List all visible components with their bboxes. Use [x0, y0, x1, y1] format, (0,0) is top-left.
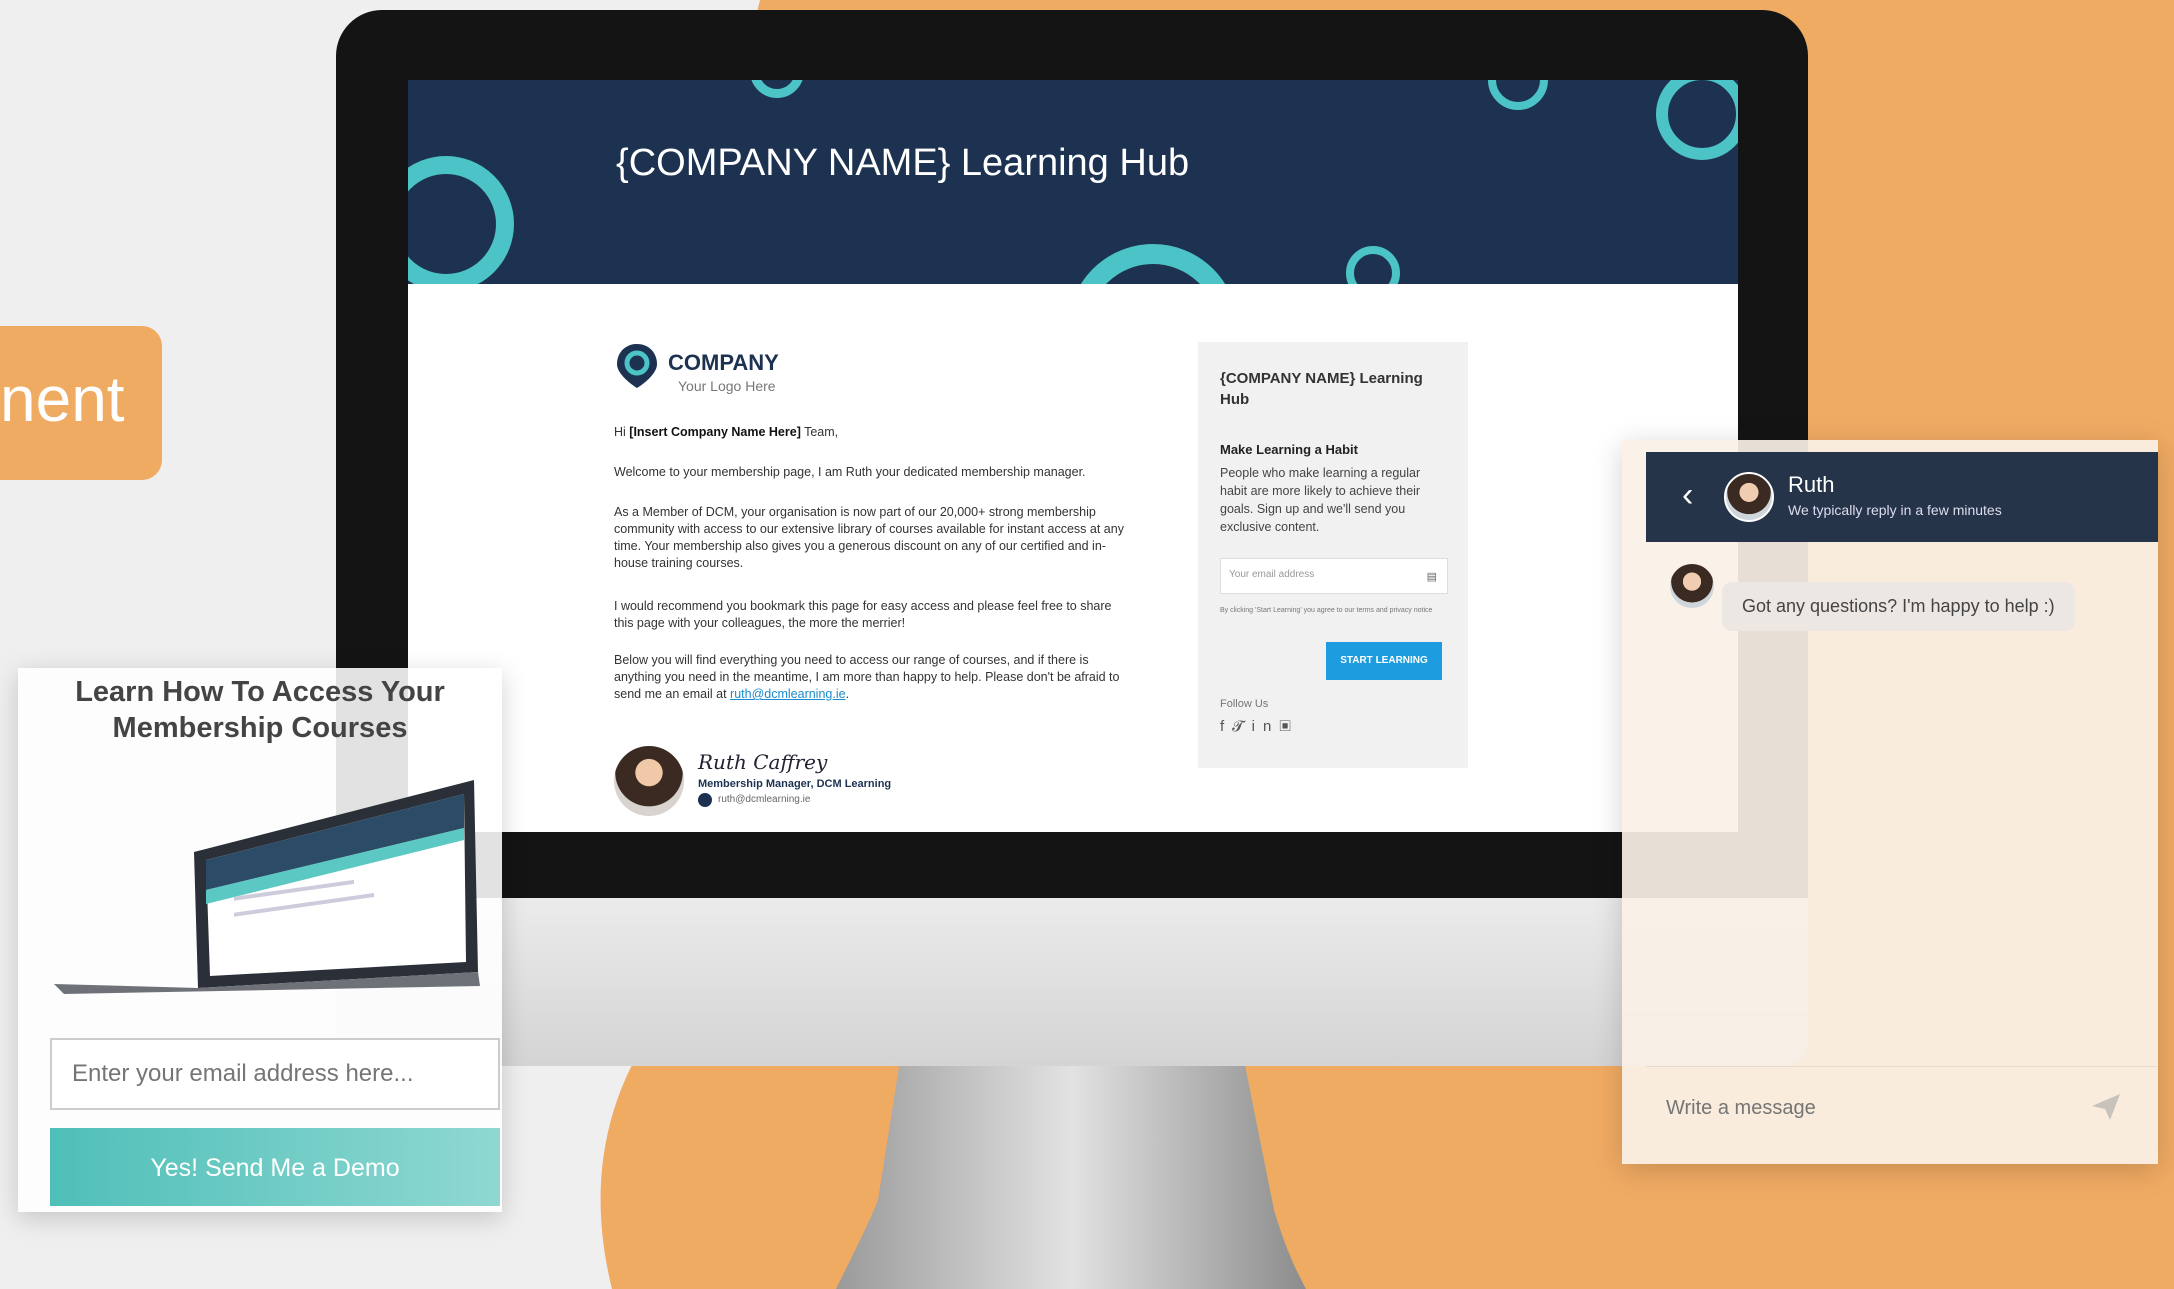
decor-ring: [1346, 246, 1400, 284]
signature: Ruth Caffrey: [698, 750, 828, 774]
laptop-illustration: [54, 780, 480, 994]
demo-title-line: Membership Courses: [112, 712, 408, 744]
signature-email: ruth@dcmlearning.ie: [718, 794, 811, 805]
demo-email-input[interactable]: [50, 1038, 500, 1110]
greeting-name: [Insert Company Name Here]: [629, 425, 801, 439]
letter-paragraph: As a Member of DCM, your organisation is…: [614, 505, 1124, 570]
instagram-icon[interactable]: ▣: [1279, 718, 1298, 735]
manager-avatar: [614, 746, 684, 816]
monitor-stand: [836, 1060, 1306, 1289]
chat-message-bubble: Got any questions? I'm happy to help :): [1722, 582, 2075, 631]
letter-paragraph: Below you will find everything you need …: [614, 652, 1134, 703]
social-icons: f𝓣in▣: [1220, 718, 1299, 735]
facebook-icon[interactable]: f: [1220, 718, 1232, 735]
signup-card-body: People who make learning a regular habit…: [1220, 466, 1421, 534]
signup-fine-print: By clicking 'Start Learning' you agree t…: [1220, 607, 1433, 614]
email-dot-icon: [698, 793, 712, 807]
monitor-chin: [336, 898, 1808, 1066]
monitor-screen: {COMPANY NAME} Learning Hub COMPANY Your…: [408, 80, 1738, 832]
send-demo-button[interactable]: Yes! Send Me a Demo: [50, 1128, 500, 1206]
start-learning-button[interactable]: START LEARNING: [1326, 642, 1442, 680]
left-side-tab[interactable]: nent: [0, 326, 162, 480]
send-icon[interactable]: [2086, 1086, 2126, 1126]
letter-greeting: Hi [Insert Company Name Here] Team,: [614, 424, 1134, 441]
chevron-left-icon[interactable]: ‹: [1682, 476, 1693, 515]
chat-divider: [1646, 1066, 2158, 1067]
signup-card-heading: Make Learning a Habit: [1220, 442, 1358, 457]
demo-title-line: Learn How To Access Your: [75, 676, 445, 708]
follow-us-label: Follow Us: [1220, 698, 1269, 710]
twitter-icon[interactable]: 𝓣: [1232, 718, 1252, 735]
email-link[interactable]: ruth@dcmlearning.ie: [730, 687, 846, 701]
signature-role: Membership Manager, DCM Learning: [698, 778, 892, 790]
chat-message-input[interactable]: [1666, 1088, 2086, 1128]
chat-reply-time: We typically reply in a few minutes: [1788, 502, 2002, 518]
signup-card-title: {COMPANY NAME} Learning Hub: [1220, 370, 1423, 408]
demo-card-title: Learn How To Access Your Membership Cour…: [18, 674, 502, 746]
agent-avatar: [1724, 472, 1774, 522]
linkedin-icon[interactable]: in: [1252, 718, 1280, 735]
letter-paragraph: I would recommend you bookmark this page…: [614, 599, 1112, 630]
decor-ring: [408, 156, 514, 284]
decor-ring: [1488, 80, 1548, 110]
signup-card: {COMPANY NAME} Learning Hub Make Learnin…: [1198, 342, 1468, 768]
left-tab-label: nent: [0, 363, 125, 435]
letter-paragraph: Welcome to your membership page, I am Ru…: [614, 465, 1086, 479]
location-pin-logo-icon: [617, 344, 657, 388]
signup-email-input[interactable]: Your email address ▤: [1220, 558, 1448, 594]
company-logo-name: COMPANY: [668, 350, 779, 375]
chat-agent-name: Ruth: [1788, 472, 1835, 497]
signup-email-placeholder: Your email address: [1229, 569, 1315, 580]
decor-ring: [1068, 244, 1238, 284]
decor-ring: [750, 80, 804, 98]
chat-header: ‹ Ruth We typically reply in a few minut…: [1646, 452, 2158, 542]
decor-ring: [1656, 80, 1738, 160]
greeting-prefix: Hi: [614, 425, 630, 439]
letter-paragraph-text: Below you will find everything you need …: [614, 653, 1120, 701]
demo-signup-card: Learn How To Access Your Membership Cour…: [18, 668, 502, 1212]
hub-title: {COMPANY NAME} Learning Hub: [616, 142, 1190, 184]
chat-widget: ‹ Ruth We typically reply in a few minut…: [1622, 440, 2158, 1164]
hub-hero-banner: {COMPANY NAME} Learning Hub: [408, 80, 1738, 284]
agent-avatar-small: [1670, 564, 1714, 608]
greeting-suffix: Team,: [800, 425, 839, 439]
company-logo-tagline: Your Logo Here: [678, 378, 776, 394]
letter-paragraph-end: .: [845, 687, 850, 701]
envelope-icon: ▤: [1426, 571, 1437, 583]
